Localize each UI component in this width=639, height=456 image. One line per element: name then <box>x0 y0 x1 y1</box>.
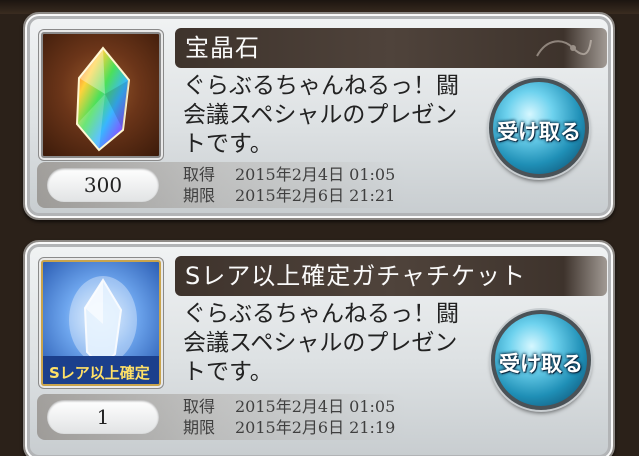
item-title-bar: 宝晶石 <box>175 28 607 68</box>
deadline-label: 期限 <box>183 418 216 437</box>
item-title: 宝晶石 <box>185 34 260 62</box>
present-item-card: Sレア以上確定 Sレア以上確定ガチャチケット ぐらぶるちゃんねるっ！闘 会議スペ… <box>23 240 615 456</box>
date-info: 取得 2015年2月4日 01:05 期限 2015年2月6日 21:21 <box>183 164 395 206</box>
quantity-badge: 1 <box>47 400 159 434</box>
description-line: トです。 <box>183 131 273 157</box>
deadline-value: 2015年2月6日 21:21 <box>235 186 396 205</box>
item-title: Sレア以上確定ガチャチケット <box>185 262 526 290</box>
gacha-ticket-icon: Sレア以上確定 <box>41 260 161 386</box>
acquired-label: 取得 <box>183 165 216 184</box>
deadline-value: 2015年2月6日 21:19 <box>235 418 396 437</box>
deadline-row: 期限 2015年2月6日 21:21 <box>183 185 395 206</box>
description-line: ぐらぶるちゃんねるっ！闘 <box>183 73 459 99</box>
deadline-label: 期限 <box>183 186 216 205</box>
date-info: 取得 2015年2月4日 01:05 期限 2015年2月6日 21:19 <box>183 396 395 438</box>
quantity-badge: 300 <box>47 168 159 202</box>
ticket-badge-text: Sレア以上確定 <box>49 364 150 382</box>
acquired-value: 2015年2月4日 01:05 <box>235 397 396 416</box>
item-description: ぐらぶるちゃんねるっ！闘 会議スペシャルのプレゼン トです。 <box>183 300 483 387</box>
receive-button[interactable]: 受け取る <box>491 310 591 410</box>
description-line: 会議スペシャルのプレゼン <box>183 102 458 128</box>
description-line: トです。 <box>183 359 273 385</box>
item-title-bar: Sレア以上確定ガチャチケット <box>175 256 607 296</box>
description-line: 会議スペシャルのプレゼン <box>183 330 458 356</box>
acquired-value: 2015年2月4日 01:05 <box>235 165 396 184</box>
description-line: ぐらぶるちゃんねるっ！闘 <box>183 301 459 327</box>
acquired-label: 取得 <box>183 397 216 416</box>
receive-button[interactable]: 受け取る <box>489 78 589 178</box>
receive-button-label: 受け取る <box>499 352 583 376</box>
item-description: ぐらぶるちゃんねるっ！闘 会議スペシャルのプレゼン トです。 <box>183 72 483 159</box>
ornament-icon <box>536 39 592 57</box>
receive-button-label: 受け取る <box>497 120 581 144</box>
acquired-row: 取得 2015年2月4日 01:05 <box>183 164 395 185</box>
rainbow-crystal-icon <box>41 32 161 158</box>
acquired-row: 取得 2015年2月4日 01:05 <box>183 396 395 417</box>
deadline-row: 期限 2015年2月6日 21:19 <box>183 417 395 438</box>
present-item-card: 宝晶石 ぐらぶるちゃんねるっ！闘 会議スペシャルのプレゼン トです。 300 取… <box>23 12 615 220</box>
